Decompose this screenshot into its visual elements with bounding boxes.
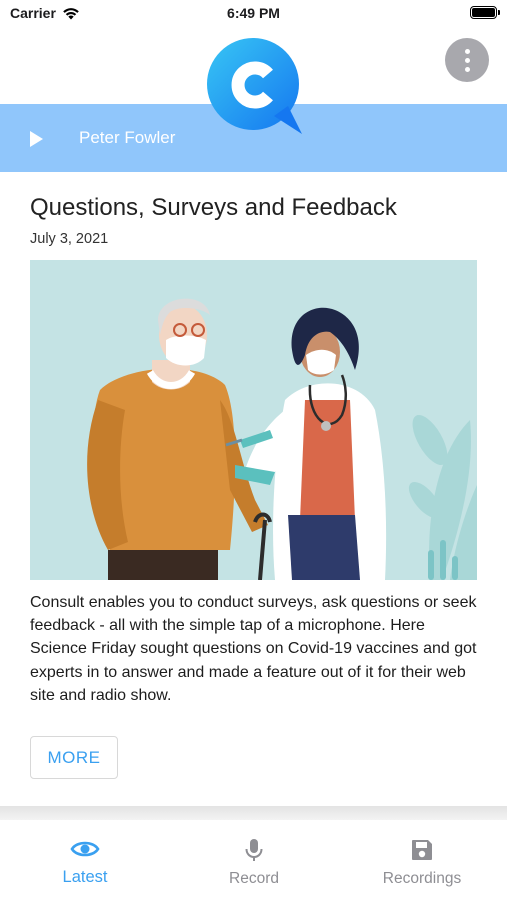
tab-label-record: Record (229, 870, 279, 887)
now-playing-name: Peter Fowler (79, 128, 176, 147)
microphone-icon (245, 839, 263, 861)
vaccination-illustration (87, 298, 477, 580)
next-card-edge (0, 806, 507, 820)
battery-icon (470, 6, 500, 19)
more-button[interactable]: MORE (30, 736, 118, 779)
tab-latest[interactable]: Latest (20, 838, 150, 887)
tab-label-recordings: Recordings (382, 870, 462, 887)
article-illustration (30, 260, 477, 580)
eye-icon (70, 841, 100, 857)
consult-logo-icon (207, 38, 302, 134)
article-body: Consult enables you to conduct surveys, … (30, 594, 477, 704)
battery-level (472, 8, 495, 17)
tab-recordings[interactable]: Recordings (357, 838, 487, 888)
tab-label-latest: Latest (62, 868, 108, 886)
play-icon[interactable] (30, 131, 43, 147)
save-icon (412, 840, 432, 860)
more-vertical-icon (464, 48, 470, 54)
status-time: 6:49 PM (227, 5, 280, 21)
article-date: July 3, 2021 (30, 231, 109, 247)
status-bar: Carrier 6:49 PM (0, 0, 507, 28)
tab-record[interactable]: Record (189, 838, 319, 888)
more-menu-button[interactable] (445, 38, 489, 82)
tab-bar: Latest Record Recordings (0, 820, 507, 900)
article-title: Questions, Surveys and Feedback (30, 194, 397, 221)
